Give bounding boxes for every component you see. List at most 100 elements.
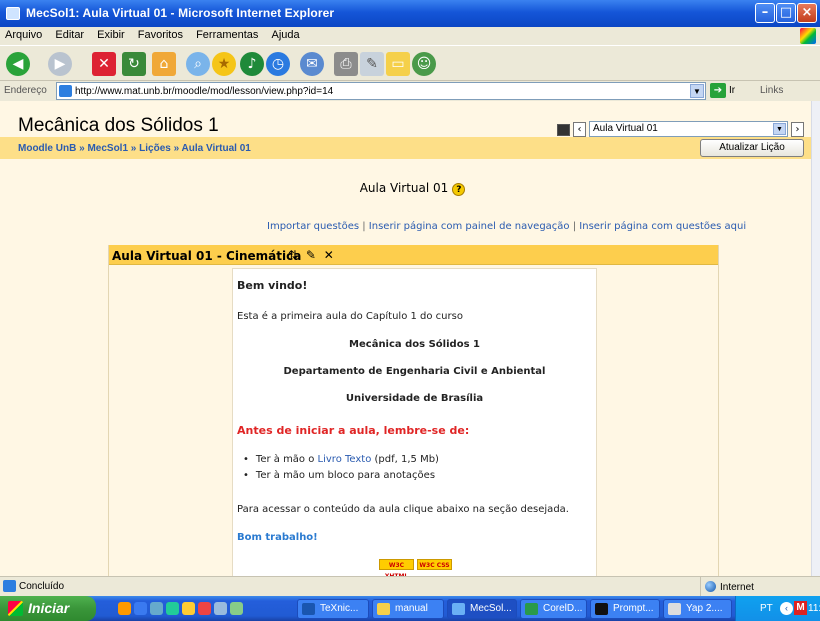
media-icon[interactable]: ♪ (240, 52, 264, 76)
start-button[interactable]: Iniciar (0, 596, 96, 621)
quicklaunch-icon[interactable] (166, 602, 179, 615)
quicklaunch-icon[interactable] (118, 602, 131, 615)
app-icon (525, 603, 538, 615)
textbook-link[interactable]: Livro Texto (318, 454, 372, 465)
refresh-icon[interactable]: ↻ (122, 52, 146, 76)
address-url: http://www.mat.unb.br/moodle/mod/lesson/… (75, 86, 334, 97)
status-text: Concluído (19, 581, 65, 592)
quicklaunch-icon[interactable] (150, 602, 163, 615)
menu-ajuda[interactable]: Ajuda (266, 27, 304, 43)
quicklaunch-icon[interactable] (198, 602, 211, 615)
import-questions-link[interactable]: Importar questões (267, 221, 359, 232)
go-label[interactable]: Ir (729, 85, 735, 96)
page-done-icon (3, 580, 16, 592)
delete-icon[interactable]: ✕ (324, 248, 334, 262)
site-title: Mecânica dos Sólidos 1 (18, 115, 219, 136)
next-activity-button[interactable]: › (791, 122, 804, 137)
magnifier-icon (668, 603, 681, 615)
taskbar-item-coreldraw[interactable]: CorelD... (520, 599, 587, 619)
lesson-page-box: Aula Virtual 01 - Cinemática ⇅ ✎ ✕ Bem v… (108, 245, 719, 576)
w3c-xhtml-badge[interactable]: W3C XHTML (379, 559, 414, 576)
menu-exibir[interactable]: Exibir (92, 27, 130, 43)
lesson-title: Aula Virtual 01 (359, 181, 449, 195)
stop-icon[interactable]: ✕ (92, 52, 116, 76)
close-button[interactable]: × (797, 3, 817, 23)
move-icon[interactable]: ⇅ (288, 248, 298, 262)
maximize-button[interactable]: □ (776, 3, 796, 23)
welcome-heading: Bem vindo! (237, 279, 308, 292)
taskbar-item-mecsol[interactable]: MecSol... (447, 599, 517, 619)
page-header: Mecânica dos Sólidos 1 ‹ Aula Virtual 01… (0, 101, 811, 137)
menu-editar[interactable]: Editar (50, 27, 89, 43)
taskbar-item-texnic[interactable]: TeXnic... (297, 599, 369, 619)
gmail-icon[interactable]: M (794, 601, 807, 615)
menu-arquivo[interactable]: Arquivo (0, 27, 47, 43)
good-work-text: Bom trabalho! (237, 532, 318, 543)
security-zone: Internet (700, 577, 820, 597)
previous-activity-button[interactable]: ‹ (573, 122, 586, 137)
quicklaunch-icon[interactable] (230, 602, 243, 615)
lesson-page-header: Aula Virtual 01 - Cinemática ⇅ ✎ ✕ (109, 245, 718, 265)
globe-icon (705, 581, 716, 592)
home-icon[interactable]: ⌂ (152, 52, 176, 76)
jump-icon (557, 124, 570, 136)
back-icon[interactable]: ◀ (6, 52, 30, 76)
tray-icon[interactable]: ‹ (780, 602, 793, 615)
help-icon[interactable]: ? (452, 183, 466, 196)
quicklaunch-icon[interactable] (134, 602, 147, 615)
intro-text: Esta é a primeira aula do Capítulo 1 do … (237, 311, 463, 322)
favorites-icon[interactable]: ★ (212, 52, 236, 76)
activity-jump-value: Aula Virtual 01 (593, 123, 658, 134)
address-input[interactable]: http://www.mat.unb.br/moodle/mod/lesson/… (56, 82, 706, 100)
activity-jump-select[interactable]: Aula Virtual 01 ▼ (589, 121, 788, 137)
forward-icon[interactable]: ▶ (48, 52, 72, 76)
breadcrumb-bar: Moodle UnB » MecSol1 » Lições » Aula Vir… (0, 137, 811, 159)
edit-icon[interactable]: ✎ (306, 248, 316, 262)
breadcrumb[interactable]: Moodle UnB » MecSol1 » Lições » Aula Vir… (18, 143, 251, 154)
history-icon[interactable]: ◷ (266, 52, 290, 76)
windows-logo-icon (800, 28, 816, 44)
lesson-actions: Importar questões | Inserir página com p… (267, 221, 747, 232)
toolbar: ◀ ▶ ✕ ↻ ⌂ ⌕ ★ ♪ ◷ ✉ ⎙ ✎ ▭ ☺ (0, 45, 820, 81)
go-arrow-icon[interactable]: ➔ (710, 83, 726, 98)
language-indicator[interactable]: PT (760, 603, 773, 614)
quicklaunch-icon[interactable] (182, 602, 195, 615)
windows-flag-icon (8, 601, 23, 616)
ie-icon (452, 603, 465, 615)
w3c-css-badge[interactable]: W3C CSS (417, 559, 452, 570)
taskbar-item-prompt[interactable]: Prompt... (590, 599, 660, 619)
messenger-icon[interactable]: ☺ (412, 52, 436, 76)
address-bar: Endereço http://www.mat.unb.br/moodle/mo… (0, 81, 820, 101)
list-item: Ter à mão um bloco para anotações (243, 470, 439, 481)
page-content: Mecânica dos Sólidos 1 ‹ Aula Virtual 01… (0, 101, 811, 576)
status-bar: Concluído Internet (0, 576, 820, 597)
minimize-button[interactable]: – (755, 3, 775, 23)
edit-icon[interactable]: ✎ (360, 52, 384, 76)
insert-nav-page-link[interactable]: Inserir página com painel de navegação (369, 221, 570, 232)
chevron-down-icon[interactable]: ▼ (690, 84, 704, 98)
menu-favoritos[interactable]: Favoritos (133, 27, 188, 43)
taskbar: Iniciar TeXnic... manual MecSol... Corel… (0, 596, 820, 621)
taskbar-item-manual[interactable]: manual (372, 599, 444, 619)
university-name: Universidade de Brasília (345, 393, 484, 404)
print-icon[interactable]: ⎙ (334, 52, 358, 76)
clock: 11:0 (808, 603, 820, 614)
chevron-down-icon[interactable]: ▼ (773, 123, 786, 135)
taskbar-item-yap[interactable]: Yap 2.... (663, 599, 732, 619)
access-instructions: Para acessar o conteúdo da aula clique a… (237, 504, 569, 515)
vertical-scrollbar[interactable] (811, 101, 820, 576)
folder-icon[interactable]: ▭ (386, 52, 410, 76)
ie-window: MecSol1: Aula Virtual 01 - Microsoft Int… (0, 0, 820, 621)
quicklaunch-icon[interactable] (214, 602, 227, 615)
update-lesson-button[interactable]: Atualizar Lição (700, 139, 804, 157)
mail-icon[interactable]: ✉ (300, 52, 324, 76)
links-button[interactable]: Links (760, 85, 783, 96)
search-icon[interactable]: ⌕ (186, 52, 210, 76)
menu-bar: Arquivo Editar Exibir Favoritos Ferramen… (0, 27, 820, 45)
lesson-heading: Aula Virtual 01? (0, 181, 811, 196)
lesson-content-card: Bem vindo! Esta é a primeira aula do Cap… (232, 268, 597, 576)
title-bar: MecSol1: Aula Virtual 01 - Microsoft Int… (0, 0, 820, 27)
system-tray: PT ‹ M 11:0 (735, 596, 820, 621)
menu-ferramentas[interactable]: Ferramentas (191, 27, 263, 43)
insert-question-page-link[interactable]: Inserir página com questões aqui (579, 221, 746, 232)
